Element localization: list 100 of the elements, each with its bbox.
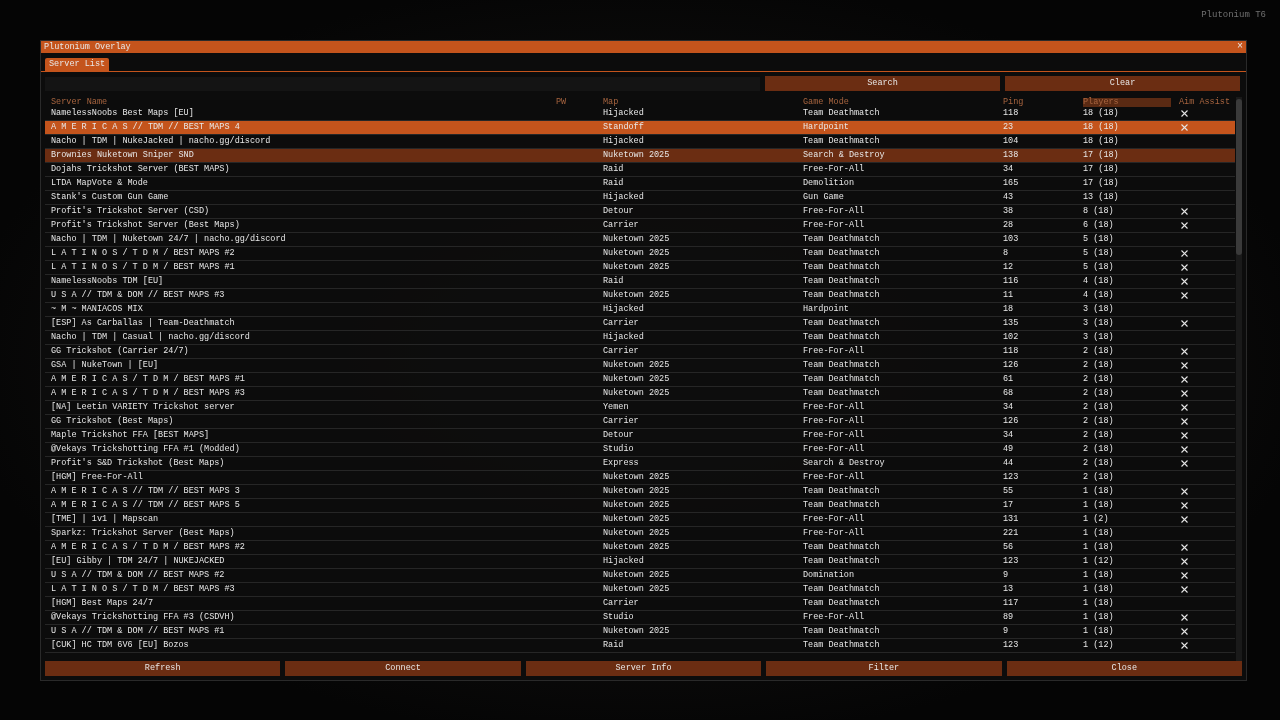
server-row[interactable]: A M E R I C A S // TDM // BEST MAPS 5 Nuketown 2025 Team Deathmatch 17 1 (18) xyxy=(45,499,1235,513)
map-name: Nuketown 2025 xyxy=(603,235,671,244)
map-name: Hijacked xyxy=(603,109,645,118)
server-row[interactable]: Nacho | TDM | Nuketown 24/7 | nacho.gg/discord Nuketown 2025 Team Deathmatch 103 5 (18) xyxy=(45,233,1235,247)
app-label: Plutonium T6 xyxy=(1201,11,1266,22)
map-name: Hijacked xyxy=(603,305,645,314)
server-row[interactable]: L A T I N O S / T D M / BEST MAPS #3 Nuketown 2025 Team Deathmatch 13 1 (18) xyxy=(45,583,1235,597)
game-mode: Free-For-All xyxy=(803,529,866,538)
server-row[interactable]: @Vekays Trickshotting FFA #3 (CSDVH) Studio Free-For-All 89 1 (18) xyxy=(45,611,1235,625)
column-header[interactable]: Game Mode xyxy=(803,97,1003,107)
server-row[interactable]: U S A // TDM & DOM // BEST MAPS #3 Nuketown 2025 Team Deathmatch 11 4 (18) xyxy=(45,289,1235,303)
column-header[interactable]: Server Name xyxy=(51,97,556,107)
player-count: 17 (18) xyxy=(1083,151,1120,160)
ping-value: 11 xyxy=(1003,291,1015,300)
server-row[interactable]: GG Trickshot (Carrier 24/7) Carrier Free-For-All 118 2 (18) xyxy=(45,345,1235,359)
server-row[interactable]: GG Trickshot (Best Maps) Carrier Free-For-All 126 2 (18) xyxy=(45,415,1235,429)
server-row[interactable]: Profit's S&D Trickshot (Best Maps) Express Search & Destroy 44 2 (18) xyxy=(45,457,1235,471)
map-name: Nuketown 2025 xyxy=(603,263,671,272)
server-row[interactable]: GSA | NukeTown | [EU] Nuketown 2025 Team Deathmatch 126 2 (18) xyxy=(45,359,1235,373)
server-row[interactable]: U S A // TDM & DOM // BEST MAPS #1 Nuketown 2025 Team Deathmatch 9 1 (18) xyxy=(45,625,1235,639)
server-row[interactable]: A M E R I C A S / T D M / BEST MAPS #2 Nuketown 2025 Team Deathmatch 56 1 (18) xyxy=(45,541,1235,555)
server-name: [CUK] HC TDM 6V6 [EU] Bozos xyxy=(51,641,190,650)
server-row[interactable]: ~ M ~ MANIACOS MIX Hijacked Hardpoint 18 3 (18) xyxy=(45,303,1235,317)
ping-value: 34 xyxy=(1003,403,1015,412)
map-name: Nuketown 2025 xyxy=(603,515,671,524)
player-count: 2 (18) xyxy=(1083,445,1115,454)
game-mode: Free-For-All xyxy=(803,473,866,482)
game-mode: Free-For-All xyxy=(803,431,866,440)
ping-value: 116 xyxy=(1003,277,1020,286)
server-row[interactable]: Stank's Custom Gun Game Hijacked Gun Game 43 13 (18) xyxy=(45,191,1235,205)
ping-value: 55 xyxy=(1003,487,1015,496)
player-count: 2 (18) xyxy=(1083,473,1115,482)
server-row[interactable]: LTDA MapVote & Mode Raid Demolition 165 17 (18) xyxy=(45,177,1235,191)
game-mode: Team Deathmatch xyxy=(803,627,881,636)
server-row[interactable]: Maple Trickshot FFA [BEST MAPS] Detour Free-For-All 34 2 (18) xyxy=(45,429,1235,443)
server-row[interactable]: [EU] Gibby | TDM 24/7 | NUKEJACKED Hijacked Team Deathmatch 123 1 (12) xyxy=(45,555,1235,569)
game-mode: Free-For-All xyxy=(803,417,866,426)
server-row[interactable]: Brownies Nuketown Sniper SND Nuketown 2025 Search & Destroy 138 17 (18) xyxy=(45,149,1235,163)
column-header[interactable]: Map xyxy=(603,97,803,107)
server-row[interactable]: [HGM] Best Maps 24/7 Carrier Team Deathmatch 117 1 (18) xyxy=(45,597,1235,611)
server-name: A M E R I C A S // TDM // BEST MAPS 4 xyxy=(51,123,241,132)
server-row[interactable]: [ESP] As Carballas | Team-Deathmatch Carrier Team Deathmatch 135 3 (18) xyxy=(45,317,1235,331)
server-row[interactable]: A M E R I C A S / T D M / BEST MAPS #1 Nuketown 2025 Team Deathmatch 61 2 (18) xyxy=(45,373,1235,387)
action-button[interactable]: Refresh xyxy=(45,661,281,676)
server-row[interactable]: Sparkz: Trickshot Server (Best Maps) Nuketown 2025 Free-For-All 221 1 (18) xyxy=(45,527,1235,541)
ping-value: 28 xyxy=(1003,221,1015,230)
server-row[interactable]: [HGM] Free-For-All Nuketown 2025 Free-For-All 123 2 (18) xyxy=(45,471,1235,485)
map-name: Nuketown 2025 xyxy=(603,487,671,496)
server-row[interactable]: A M E R I C A S // TDM // BEST MAPS 4 Standoff Hardpoint 23 18 (18) xyxy=(45,121,1235,135)
server-row[interactable]: [NA] Leetin VARIETY Trickshot server Yemen Free-For-All 34 2 (18) xyxy=(45,401,1235,415)
server-row[interactable]: A M E R I C A S // TDM // BEST MAPS 3 Nuketown 2025 Team Deathmatch 55 1 (18) xyxy=(45,485,1235,499)
map-name: Nuketown 2025 xyxy=(603,389,671,398)
player-count: 1 (18) xyxy=(1083,599,1115,608)
server-row[interactable]: L A T I N O S / T D M / BEST MAPS #1 Nuketown 2025 Team Deathmatch 12 5 (18) xyxy=(45,261,1235,275)
tab[interactable]: Server List xyxy=(45,58,110,71)
action-button[interactable]: Connect xyxy=(285,661,521,676)
server-row[interactable]: Nacho | TDM | Casual | nacho.gg/discord Hijacked Team Deathmatch 102 3 (18) xyxy=(45,331,1235,345)
server-row[interactable]: Dojahs Trickshot Server (BEST MAPS) Raid Free-For-All 34 17 (18) xyxy=(45,163,1235,177)
ping-value: 118 xyxy=(1003,347,1020,356)
game-mode: Free-For-All xyxy=(803,221,866,230)
map-name: Raid xyxy=(603,165,625,174)
map-name: Detour xyxy=(603,207,635,216)
ping-value: 89 xyxy=(1003,613,1015,622)
server-row[interactable]: [TME] | 1v1 | Mapscan Nuketown 2025 Free-For-All 131 1 (2) xyxy=(45,513,1235,527)
server-name: A M E R I C A S / T D M / BEST MAPS #1 xyxy=(51,375,246,384)
server-row[interactable]: NamelessNoobs TDM [EU] Raid Team Deathmatch 116 4 (18) xyxy=(45,275,1235,289)
game-mode: Team Deathmatch xyxy=(803,389,881,398)
player-count: 17 (18) xyxy=(1083,179,1120,188)
action-button[interactable]: Server Info xyxy=(525,661,762,676)
ping-value: 12 xyxy=(1003,263,1015,272)
action-button[interactable]: Close xyxy=(1006,661,1243,676)
game-mode: Team Deathmatch xyxy=(803,585,881,594)
column-header[interactable]: Ping xyxy=(1003,97,1083,107)
server-row[interactable]: A M E R I C A S / T D M / BEST MAPS #3 Nuketown 2025 Team Deathmatch 68 2 (18) xyxy=(45,387,1235,401)
server-row[interactable]: L A T I N O S / T D M / BEST MAPS #2 Nuketown 2025 Team Deathmatch 8 5 (18) xyxy=(45,247,1235,261)
action-button[interactable]: Filter xyxy=(766,661,1002,676)
game-mode: Hardpoint xyxy=(803,305,850,314)
player-count: 1 (18) xyxy=(1083,543,1115,552)
clear-button[interactable]: Clear xyxy=(1005,76,1240,91)
column-header[interactable]: Aim Assist xyxy=(1179,97,1235,107)
window-title: Plutonium Overlay xyxy=(44,42,131,52)
server-name: Dojahs Trickshot Server (BEST MAPS) xyxy=(51,165,231,174)
server-row[interactable]: [CUK] HC TDM 6V6 [EU] Bozos Raid Team Deathmatch 123 1 (12) xyxy=(45,639,1235,653)
ping-value: 135 xyxy=(1003,319,1020,328)
game-mode: Demolition xyxy=(803,179,855,188)
game-mode: Team Deathmatch xyxy=(803,599,881,608)
search-button[interactable]: Search xyxy=(765,76,1000,91)
server-row[interactable]: Profit's Trickshot Server (Best Maps) Carrier Free-For-All 28 6 (18) xyxy=(45,219,1235,233)
server-row[interactable]: Profit's Trickshot Server (CSD) Detour Free-For-All 38 8 (18) xyxy=(45,205,1235,219)
game-mode: Team Deathmatch xyxy=(803,375,881,384)
close-button[interactable]: × xyxy=(1237,42,1243,52)
player-count: 5 (18) xyxy=(1083,235,1115,244)
ping-value: 123 xyxy=(1003,641,1020,650)
game-mode: Free-For-All xyxy=(803,403,866,412)
column-header[interactable]: PW xyxy=(556,97,603,107)
server-row[interactable]: @Vekays Trickshotting FFA #1 (Modded) Studio Free-For-All 49 2 (18) xyxy=(45,443,1235,457)
server-name: [HGM] Free-For-All xyxy=(51,473,144,482)
player-count: 2 (18) xyxy=(1083,361,1115,370)
game-mode: Free-For-All xyxy=(803,515,866,524)
server-row[interactable]: U S A // TDM & DOM // BEST MAPS #2 Nuketown 2025 Domination 9 1 (18) xyxy=(45,569,1235,583)
